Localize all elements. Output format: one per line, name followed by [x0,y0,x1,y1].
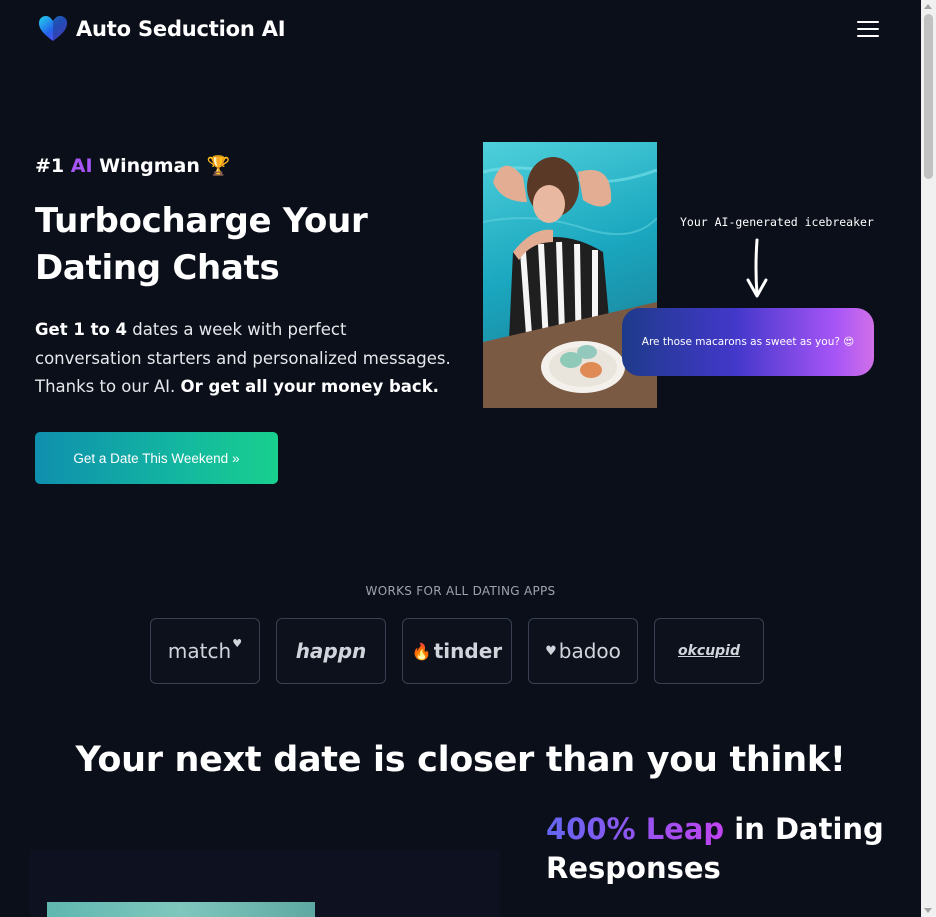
hero-tagline: #1 AI Wingman 🏆 [35,154,230,177]
app-logo-tinder[interactable]: 🔥 tinder [402,618,512,684]
section-image [47,902,315,917]
hero-title: Turbocharge Your Dating Chats [35,198,455,292]
hero-title-line1: Turbocharge Your [35,201,368,241]
heart-icon: ♥ [545,643,557,659]
tagline-ai: AI [70,155,93,177]
app-logo-okcupid[interactable]: okcupid [654,618,764,684]
icebreaker-caption: Your AI-generated icebreaker [680,215,874,229]
hero-title-line2: Dating Chats [35,248,280,288]
app-logo-match[interactable]: match ♥ [150,618,260,684]
bubble-text: Are those macarons as sweet as you? 😍 [641,336,855,348]
arrow-down-icon [746,238,768,298]
trophy-icon: 🏆 [206,155,231,177]
heart-icon: ♥ [232,636,243,650]
hamburger-menu-icon[interactable] [857,21,879,39]
leap-heading: 400% Leap in Dating Responses [546,810,906,888]
works-for-apps-heading: WORKS FOR ALL DATING APPS [365,584,556,598]
icebreaker-message-bubble: Are those macarons as sweet as you? 😍 [622,308,874,376]
get-date-button[interactable]: Get a Date This Weekend » [35,432,278,484]
scroll-down-icon[interactable] [924,908,932,913]
hero-description: Get 1 to 4 dates a week with perfect con… [35,316,455,402]
scroll-up-icon[interactable] [924,4,932,9]
app-logo-happn[interactable]: happn [276,618,386,684]
section-title: Your next date is closer than you think! [75,740,846,780]
leap-highlight: 400% Leap [546,812,725,846]
app-logo-badoo[interactable]: ♥ badoo [528,618,638,684]
match-logo-text: match [167,639,232,663]
tinder-logo-text: tinder [433,639,503,663]
okcupid-logo-text: okcupid [677,643,741,659]
page: Auto Seduction AI #1 AI Wingman 🏆 Turboc… [0,0,921,917]
double-chevron-right-icon: » [232,450,240,466]
brand-logo[interactable]: Auto Seduction AI [38,15,286,43]
vertical-scrollbar[interactable] [921,0,936,917]
desc-bold-dates: Get 1 to 4 [35,320,128,339]
happn-logo-text: happn [295,639,367,663]
tagline-suffix: Wingman [92,155,207,177]
heart-icon [39,16,67,41]
brand-name: Auto Seduction AI [76,17,286,41]
tagline-prefix: #1 [35,155,71,177]
scrollbar-thumb[interactable] [924,14,933,179]
badoo-logo-text: badoo [558,639,621,663]
desc-bold-guarantee: Or get all your money back. [180,377,439,396]
flame-icon: 🔥 [411,641,432,661]
cta-label: Get a Date This Weekend [73,450,229,466]
